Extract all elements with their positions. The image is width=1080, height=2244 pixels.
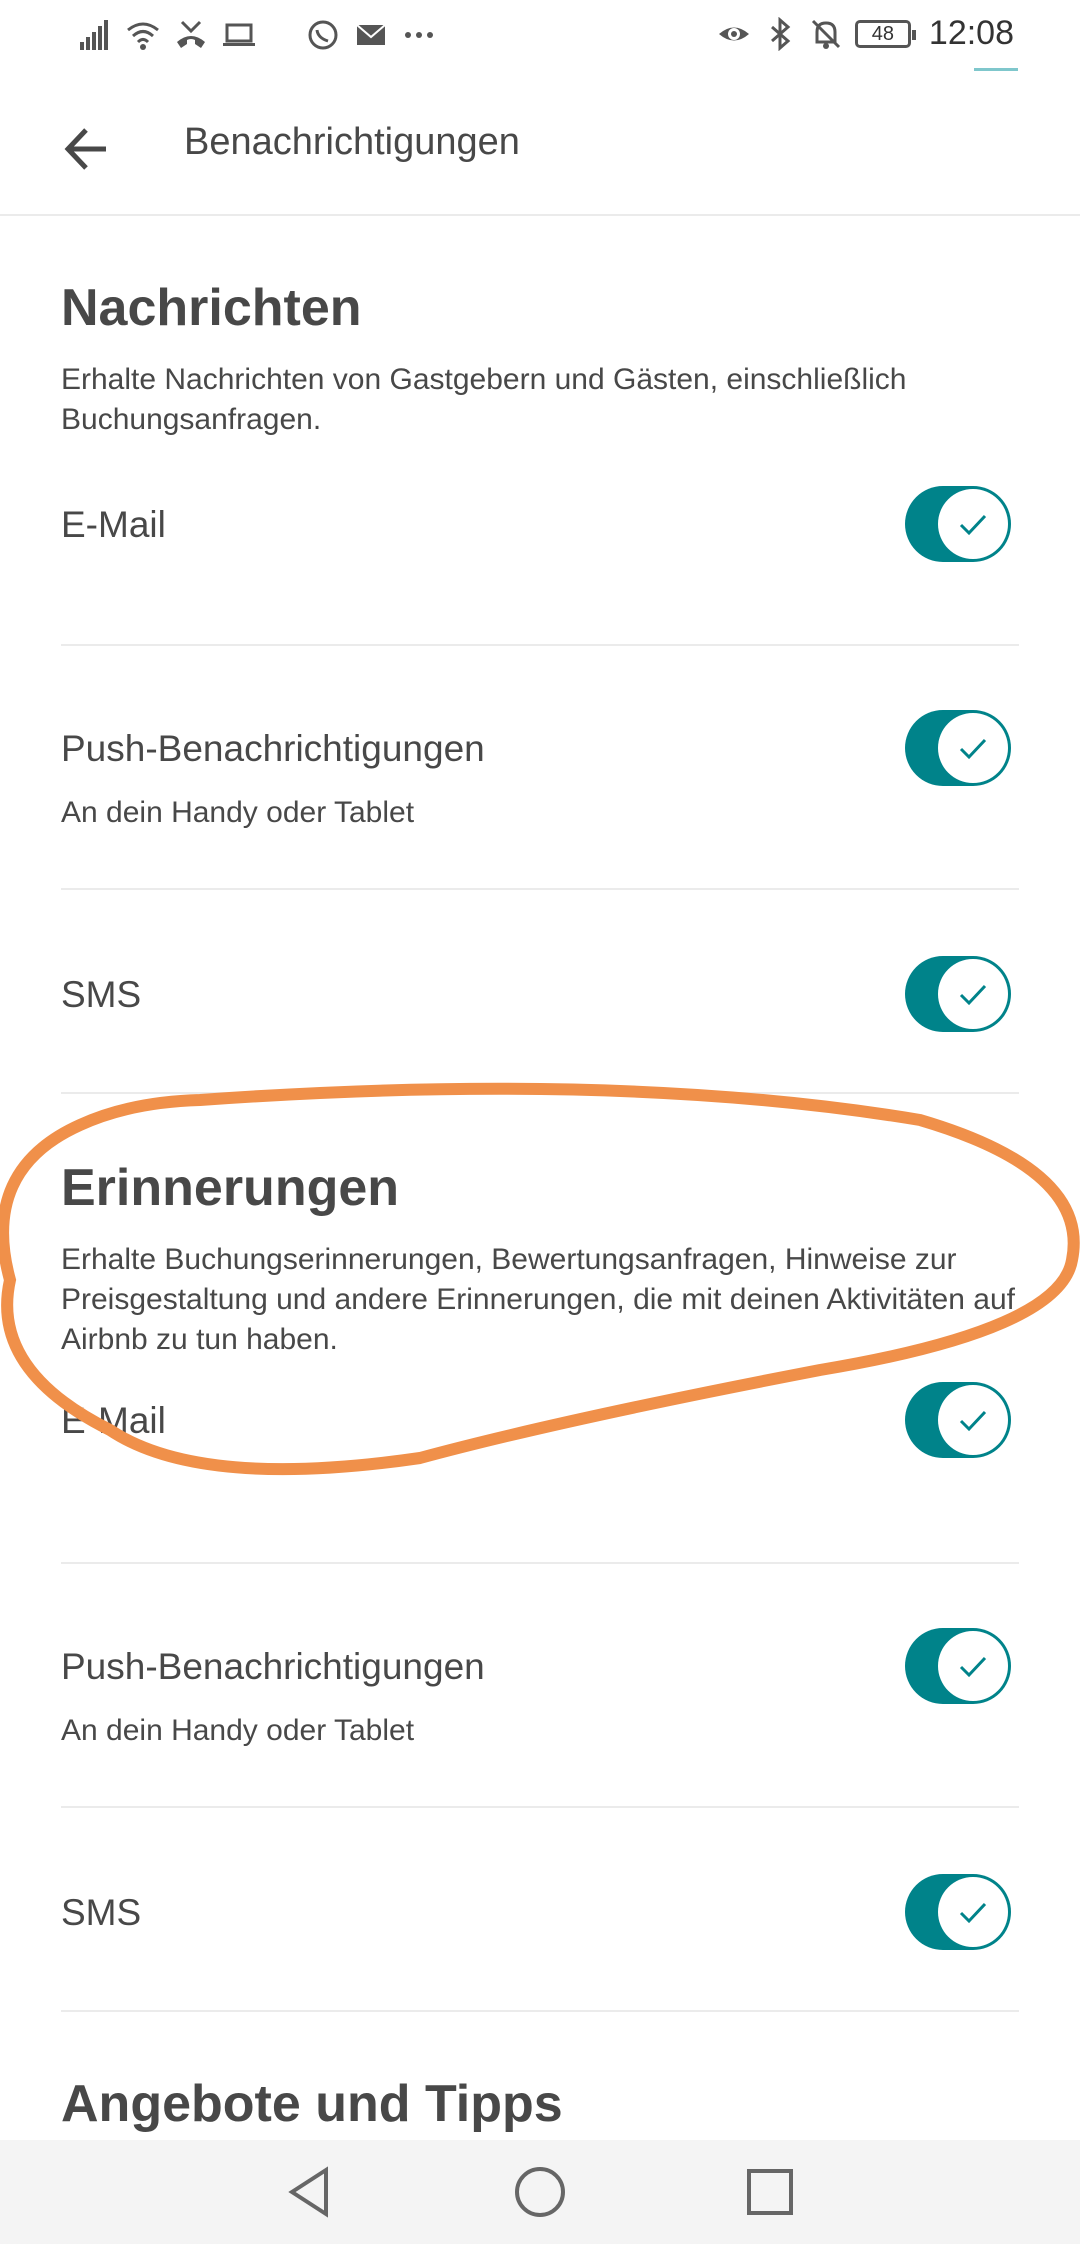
arrow-left-icon bbox=[64, 128, 106, 170]
bluetooth-icon bbox=[770, 16, 791, 51]
battery-icon: 48 bbox=[854, 19, 916, 48]
back-button[interactable] bbox=[52, 114, 122, 184]
whatsapp-icon bbox=[308, 20, 338, 50]
row-label: Push-Benachrichtigungen bbox=[61, 728, 485, 769]
app-toolbar: Benachrichtigungen bbox=[0, 74, 1080, 216]
toggle-messages-sms[interactable] bbox=[905, 956, 1011, 1032]
row-label: Push-Benachrichtigungen bbox=[61, 1646, 485, 1687]
row-label: SMS bbox=[61, 1892, 142, 1933]
section-offers: Angebote und Tipps bbox=[0, 2012, 1080, 2134]
signal-icon bbox=[80, 20, 108, 50]
section-title: Angebote und Tipps bbox=[61, 2075, 563, 2133]
eye-icon bbox=[718, 27, 749, 40]
system-nav-bar bbox=[0, 2140, 1080, 2244]
section-title: Erinnerungen bbox=[61, 1159, 400, 1217]
section-title: Nachrichten bbox=[61, 279, 362, 337]
clock: 12:08 bbox=[928, 14, 1014, 52]
missed-call-icon bbox=[177, 20, 205, 48]
section-reminders: Erinnerungen Erhalte Buchungserinnerunge… bbox=[0, 1094, 1080, 2012]
toggle-reminders-push[interactable] bbox=[905, 1628, 1011, 1704]
row-label: SMS bbox=[61, 974, 142, 1015]
check-icon bbox=[959, 984, 987, 1006]
mute-icon bbox=[811, 19, 840, 49]
row-subtitle: An dein Handy oder Tablet bbox=[61, 1714, 415, 1747]
row-label: E-Mail bbox=[61, 504, 166, 545]
status-bar: 48 12:08 bbox=[0, 0, 1080, 74]
toggle-reminders-sms[interactable] bbox=[905, 1874, 1011, 1950]
toggle-knob bbox=[938, 1631, 1008, 1701]
toggle-knob bbox=[938, 1877, 1008, 1947]
check-icon bbox=[959, 1410, 987, 1432]
setting-row-reminders-email[interactable]: E-Mail bbox=[61, 1360, 1019, 1564]
section-description: Erhalte Buchungserinnerungen, Bewertungs… bbox=[61, 1243, 1015, 1356]
toggle-knob bbox=[938, 959, 1008, 1029]
setting-row-messages-email[interactable]: E-Mail bbox=[61, 440, 1019, 646]
nav-back-icon[interactable] bbox=[280, 2162, 340, 2222]
toggle-messages-push[interactable] bbox=[905, 710, 1011, 786]
row-label: E-Mail bbox=[61, 1400, 166, 1441]
setting-row-messages-sms[interactable]: SMS bbox=[61, 890, 1019, 1094]
toggle-knob bbox=[938, 489, 1008, 559]
nav-home-icon[interactable] bbox=[510, 2162, 570, 2222]
page-title: Benachrichtigungen bbox=[184, 121, 520, 163]
settings-content: Nachrichten Erhalte Nachrichten von Gast… bbox=[0, 216, 1080, 2134]
wifi-icon bbox=[127, 22, 159, 50]
nav-recents-icon[interactable] bbox=[740, 2162, 800, 2222]
setting-row-reminders-sms[interactable]: SMS bbox=[61, 1808, 1019, 2012]
more-icon bbox=[405, 32, 433, 38]
check-icon bbox=[959, 1902, 987, 1924]
check-icon bbox=[959, 738, 987, 760]
section-messages: Nachrichten Erhalte Nachrichten von Gast… bbox=[0, 216, 1080, 1094]
row-subtitle: An dein Handy oder Tablet bbox=[61, 796, 415, 829]
toggle-knob bbox=[938, 713, 1008, 783]
time-underline bbox=[974, 68, 1018, 71]
section-description: Erhalte Nachrichten von Gastgebern und G… bbox=[61, 363, 907, 436]
mail-icon bbox=[356, 24, 386, 45]
laptop-icon bbox=[223, 23, 255, 46]
setting-row-messages-push[interactable]: Push-Benachrichtigungen An dein Handy od… bbox=[61, 646, 1019, 890]
setting-row-reminders-push[interactable]: Push-Benachrichtigungen An dein Handy od… bbox=[61, 1564, 1019, 1808]
toggle-messages-email[interactable] bbox=[905, 486, 1011, 562]
check-icon bbox=[959, 1656, 987, 1678]
toggle-reminders-email[interactable] bbox=[905, 1382, 1011, 1458]
check-icon bbox=[959, 514, 987, 536]
toggle-knob bbox=[938, 1385, 1008, 1455]
